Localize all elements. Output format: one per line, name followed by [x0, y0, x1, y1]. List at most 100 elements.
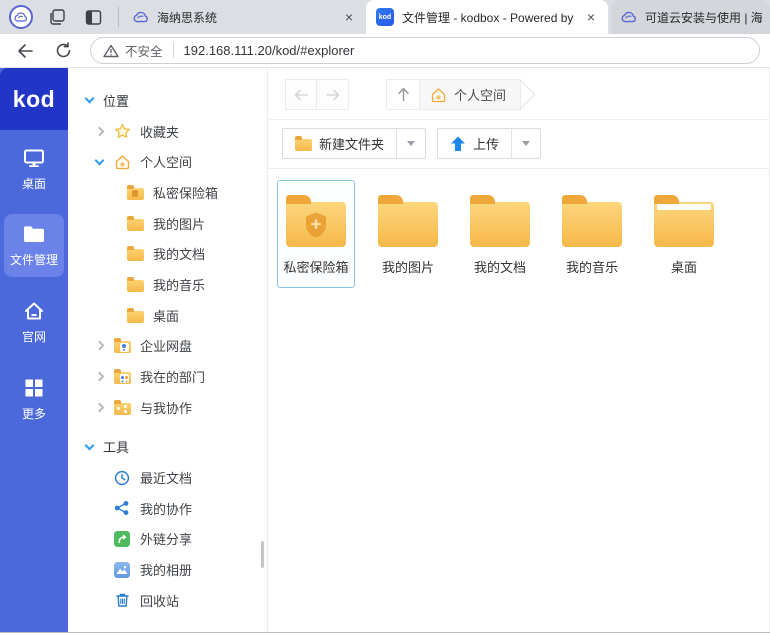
tree-item-label: 我在的部门	[140, 367, 205, 386]
tree-item-my-documents[interactable]: 我的文档	[68, 238, 267, 269]
back-button[interactable]	[10, 37, 40, 65]
sidebar-item-label: 文件管理	[10, 251, 58, 268]
cloud-logo-icon	[9, 5, 33, 29]
tree-item-my-music[interactable]: 我的音乐	[68, 269, 267, 300]
folder-icon	[126, 215, 144, 231]
file-name: 我的文档	[474, 257, 526, 276]
sidebar-item-website[interactable]: 官网	[4, 290, 64, 354]
tree-item-favorites[interactable]: 收藏夹	[68, 116, 267, 147]
tree-item-my-department[interactable]: 我在的部门	[68, 361, 267, 392]
folder-icon	[126, 307, 144, 323]
safe-folder-icon	[286, 202, 346, 247]
file-item-desktop[interactable]: 桌面	[645, 180, 723, 288]
home-icon	[113, 154, 131, 170]
tree-item-shared-with-me[interactable]: 与我协作	[68, 392, 267, 423]
action-toolbar: 新建文件夹 上传	[268, 120, 770, 169]
tab-title: 海纳思系统	[157, 9, 340, 26]
upload-dropdown[interactable]	[511, 129, 540, 158]
chevron-down-icon	[85, 94, 95, 104]
kodbox-app: kod 桌面 文件管理 官网 更多 位置	[0, 68, 770, 633]
tab-actions-icon[interactable]	[78, 2, 108, 32]
share-nodes-icon	[113, 500, 131, 516]
file-name: 桌面	[671, 257, 697, 276]
file-item-my-music[interactable]: 我的音乐	[553, 180, 631, 288]
history-forward-button[interactable]	[317, 79, 349, 110]
new-folder-dropdown[interactable]	[396, 129, 425, 158]
tree-item-personal-space[interactable]: 个人空间	[68, 146, 267, 177]
tab-close-icon[interactable]: ×	[582, 8, 600, 26]
department-folder-icon	[113, 369, 131, 385]
tree-item-my-collaboration[interactable]: 我的协作	[68, 493, 267, 524]
tree-item-my-albums[interactable]: 我的相册	[68, 554, 267, 585]
sidebar-item-label: 官网	[22, 328, 46, 345]
tree-item-label: 与我协作	[140, 398, 192, 417]
tree-item-recent-docs[interactable]: 最近文档	[68, 462, 267, 493]
file-name: 我的图片	[382, 257, 434, 276]
tab-kodbox-active[interactable]: kod 文件管理 - kodbox - Powered by ×	[366, 0, 608, 34]
tab-title: 文件管理 - kodbox - Powered by	[402, 9, 582, 26]
tab-separator	[118, 7, 119, 27]
album-icon	[113, 562, 131, 578]
tree-item-label: 我的协作	[140, 499, 192, 518]
tree-item-recycle-bin[interactable]: 回收站	[68, 585, 267, 616]
path-nav-row: 个人空间	[268, 79, 770, 120]
clock-icon	[113, 470, 131, 486]
tree-item-label: 私密保险箱	[153, 183, 218, 202]
tree-item-label: 我的相册	[140, 560, 192, 579]
grid-icon	[24, 378, 44, 398]
tab-kodcloud-docs[interactable]: 可道云安装与使用 | 海纳思	[611, 0, 770, 34]
kod-logo[interactable]: kod	[0, 68, 68, 130]
chevron-right-icon	[95, 126, 105, 136]
sidebar-item-desktop[interactable]: 桌面	[4, 137, 64, 201]
folder-icon	[295, 139, 312, 151]
star-icon	[113, 123, 131, 139]
workspace-cloud-icon[interactable]	[6, 2, 36, 32]
tree-item-label: 我的文档	[153, 244, 205, 263]
file-item-my-pictures[interactable]: 我的图片	[369, 180, 447, 288]
file-item-my-documents[interactable]: 我的文档	[461, 180, 539, 288]
tree-item-desktop[interactable]: 桌面	[68, 300, 267, 331]
security-label[interactable]: 不安全	[125, 41, 163, 60]
upload-button[interactable]: 上传	[438, 129, 511, 158]
vertical-tabs-icon[interactable]	[42, 2, 72, 32]
app-sidebar: kod 桌面 文件管理 官网 更多	[0, 68, 68, 633]
sidebar-item-file-manager[interactable]: 文件管理	[4, 214, 64, 277]
url-text[interactable]: 192.168.111.20/kod/#explorer	[184, 43, 355, 58]
folder-icon	[378, 202, 438, 247]
new-folder-button[interactable]: 新建文件夹	[283, 129, 396, 158]
tree-item-label: 收藏夹	[140, 122, 179, 141]
upload-label: 上传	[473, 134, 499, 153]
tab-title: 可道云安装与使用 | 海纳思	[645, 9, 762, 26]
go-up-button[interactable]	[386, 79, 420, 110]
reload-button[interactable]	[48, 37, 78, 65]
tree-item-label: 回收站	[140, 591, 179, 610]
upload-split-button: 上传	[437, 128, 541, 159]
folder-icon	[126, 276, 144, 292]
tree-item-company-drive[interactable]: 企业网盘	[68, 331, 267, 362]
tree-item-my-pictures[interactable]: 我的图片	[68, 208, 267, 239]
home-icon	[430, 87, 447, 103]
caret-down-icon	[522, 141, 530, 146]
tree-item-safe-box[interactable]: 私密保险箱	[68, 177, 267, 208]
address-bar[interactable]: 不安全 192.168.111.20/kod/#explorer	[90, 37, 760, 64]
chevron-right-icon	[95, 402, 105, 412]
tree-scrollbar-thumb[interactable]	[261, 541, 264, 568]
file-grid: 私密保险箱 我的图片 我的文档 我的音乐 桌面	[268, 169, 770, 288]
tree-item-label: 我的图片	[153, 214, 205, 233]
caret-down-icon	[407, 141, 415, 146]
tree-section-file-types[interactable]: 文件类型	[68, 627, 155, 633]
tree-section-tools[interactable]: 工具	[68, 432, 267, 463]
breadcrumb-label: 个人空间	[454, 85, 506, 104]
sidebar-item-more[interactable]: 更多	[4, 367, 64, 431]
tab-close-icon[interactable]: ×	[340, 8, 358, 26]
history-back-button[interactable]	[285, 79, 317, 110]
folder-icon	[562, 202, 622, 247]
tree-item-link-share[interactable]: 外链分享	[68, 524, 267, 555]
external-share-icon	[113, 531, 131, 547]
tab-hinas[interactable]: 海纳思系统 ×	[123, 0, 366, 34]
not-secure-warning-icon	[103, 44, 119, 58]
folder-tree-panel: 位置 收藏夹 个人空间 私密保险箱	[68, 68, 268, 633]
tree-section-location[interactable]: 位置	[68, 85, 267, 116]
file-item-safe-box[interactable]: 私密保险箱	[277, 180, 355, 288]
chevron-right-icon	[95, 341, 105, 351]
